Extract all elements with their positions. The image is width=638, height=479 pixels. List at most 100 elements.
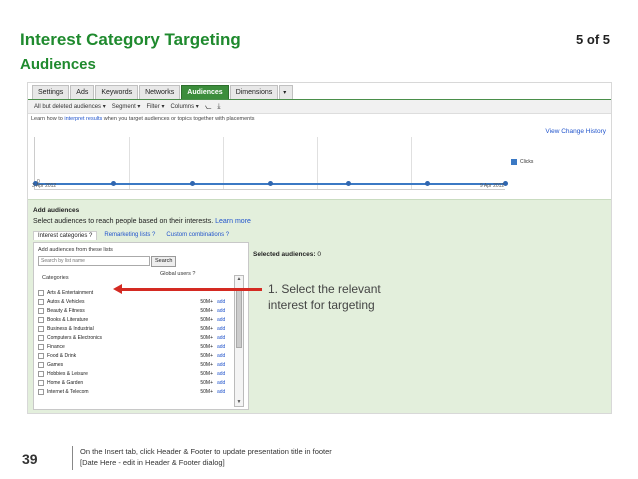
category-row[interactable]: Computers & Electronics 50M+ add — [38, 333, 234, 342]
category-name: Finance — [47, 343, 65, 350]
legend-label: Clicks — [520, 159, 534, 165]
tab-dimensions[interactable]: Dimensions — [229, 85, 279, 100]
global-users: 50M+ — [200, 325, 213, 332]
expand-icon[interactable] — [38, 361, 44, 368]
clicks-point[interactable] — [424, 181, 430, 186]
download-icon[interactable]: ⤓ — [217, 103, 220, 111]
category-row[interactable]: Beauty & Fitness 50M+ add — [38, 306, 234, 315]
clicks-point[interactable] — [189, 181, 195, 186]
legend-swatch — [511, 159, 517, 165]
category-row[interactable]: Finance 50M+ add — [38, 342, 234, 351]
audience-subtabs: Interest categories ? Remarketing lists … — [33, 231, 236, 240]
expand-icon[interactable] — [38, 379, 44, 386]
category-row[interactable]: Autos & Vehicles 50M+ add — [38, 297, 234, 306]
tab-ads[interactable]: Ads — [70, 85, 95, 100]
clicks-point[interactable] — [268, 181, 273, 186]
expand-icon[interactable] — [38, 352, 44, 359]
category-row[interactable]: Food & Drink 50M+ add — [38, 351, 234, 360]
expand-icon[interactable] — [38, 388, 44, 395]
expand-icon[interactable] — [38, 325, 44, 332]
page-count: 5 of 5 — [576, 32, 610, 47]
global-users: 50M+ — [200, 307, 213, 314]
add-link[interactable]: add — [217, 326, 225, 332]
add-link[interactable]: add — [217, 362, 225, 368]
category-name: Books & Literature — [47, 316, 89, 323]
chevron-down-icon: ▾ — [283, 90, 287, 96]
add-link[interactable]: add — [217, 389, 225, 395]
expand-icon[interactable] — [38, 370, 44, 377]
col-header-categories: Categories — [42, 275, 69, 281]
more-tabs-dropdown[interactable]: ▾ — [279, 85, 294, 100]
tab-networks[interactable]: Networks — [139, 85, 181, 100]
grid-line — [129, 137, 130, 189]
add-link[interactable]: add — [217, 353, 225, 359]
add-link[interactable]: add — [217, 299, 225, 305]
global-users: 50M+ — [200, 388, 213, 395]
footer-line-2: [Date Here - edit in Header & Footer dia… — [80, 458, 225, 467]
global-users: 50M+ — [200, 370, 213, 377]
add-link[interactable]: add — [217, 308, 225, 314]
selected-count: 0 — [317, 251, 321, 258]
category-row[interactable]: Business & Industrial 50M+ add — [38, 324, 234, 333]
slide-subtitle: Audiences — [20, 56, 96, 73]
learn-more-link[interactable]: Learn more — [215, 218, 251, 225]
filter-dropdown[interactable]: Filter ▾ — [146, 103, 164, 110]
add-link[interactable]: add — [217, 344, 225, 350]
add-link[interactable]: add — [217, 371, 225, 377]
clicks-point[interactable] — [346, 181, 352, 186]
expand-icon[interactable] — [38, 289, 44, 296]
expand-icon[interactable] — [38, 307, 44, 314]
category-row[interactable]: Home & Garden 50M+ add — [38, 378, 234, 387]
audience-filter-dropdown[interactable]: All but deleted audiences ▾ — [34, 103, 106, 110]
add-link[interactable]: add — [217, 335, 225, 341]
expand-icon[interactable] — [38, 316, 44, 323]
slide-number: 39 — [22, 451, 38, 467]
grid-line — [223, 137, 224, 189]
global-users: 50M+ — [200, 334, 213, 341]
interest-list-box: Add audiences from these lists Search Ca… — [33, 242, 249, 410]
add-link[interactable]: add — [217, 317, 225, 323]
global-users: 50M+ — [200, 352, 213, 359]
category-list: Arts & Entertainment Autos & Vehicles 50M… — [38, 288, 234, 396]
global-users: 50M+ — [200, 361, 213, 368]
tab-interest-categories[interactable]: Interest categories ? — [33, 231, 98, 240]
category-name: Internet & Telecom — [47, 388, 89, 395]
chart-legend: Clicks — [511, 159, 533, 165]
columns-dropdown[interactable]: Columns ▾ — [170, 103, 198, 110]
selected-label: Selected audiences: — [253, 251, 316, 258]
category-row[interactable]: Internet & Telecom 50M+ add — [38, 387, 234, 396]
scroll-thumb[interactable] — [236, 288, 242, 348]
panel-heading: Add audiences — [33, 207, 80, 214]
expand-icon[interactable] — [38, 343, 44, 350]
search-input[interactable] — [38, 256, 150, 266]
add-link[interactable]: add — [217, 380, 225, 386]
chart-icon[interactable]: ⦦ — [205, 102, 212, 112]
col-header-global-users: Global users ? — [160, 271, 196, 277]
expand-icon[interactable] — [38, 298, 44, 305]
callout-text: 1. Select the relevant interest for targ… — [268, 282, 381, 312]
tab-audiences[interactable]: Audiences — [181, 85, 229, 100]
global-users: 50M+ — [200, 298, 213, 305]
view-change-history-link[interactable]: View Change History — [545, 128, 606, 135]
scroll-down-icon[interactable]: ▼ — [235, 399, 243, 406]
interpret-results-link[interactable]: interpret results — [64, 116, 102, 122]
category-row[interactable]: Hobbies & Leisure 50M+ add — [38, 369, 234, 378]
tab-keywords[interactable]: Keywords — [95, 85, 139, 100]
list-heading: Add audiences from these lists — [38, 247, 113, 253]
category-row[interactable]: Games 50M+ add — [38, 360, 234, 369]
scroll-up-icon[interactable]: ▲ — [235, 276, 243, 283]
list-scrollbar[interactable]: ▲ ▼ — [234, 275, 244, 407]
grid-line — [411, 137, 412, 189]
expand-icon[interactable] — [38, 334, 44, 341]
toolbar: All but deleted audiences ▾ Segment ▾ Fi… — [28, 100, 611, 114]
tab-custom-combinations[interactable]: Custom combinations ? — [162, 231, 233, 240]
category-row[interactable]: Books & Literature 50M+ add — [38, 315, 234, 324]
segment-dropdown[interactable]: Segment ▾ — [112, 103, 141, 110]
category-name: Games — [47, 361, 64, 368]
tab-remarketing-lists[interactable]: Remarketing lists ? — [100, 231, 159, 240]
category-name: Beauty & Fitness — [47, 307, 85, 314]
category-name: Home & Garden — [47, 379, 84, 386]
search-button[interactable]: Search — [151, 256, 177, 267]
tab-settings[interactable]: Settings — [32, 85, 70, 100]
clicks-point[interactable] — [111, 181, 117, 186]
